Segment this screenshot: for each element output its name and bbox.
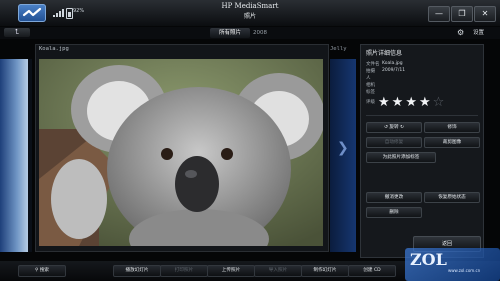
tab-2008[interactable]: 2008 — [253, 28, 271, 38]
battery-percentage: 92% — [73, 8, 85, 14]
search-button[interactable]: ⚲ 搜索 — [18, 265, 66, 277]
print-button[interactable]: 打印照片 — [160, 265, 208, 277]
slideshow-button[interactable]: 播放幻灯片 — [113, 265, 161, 277]
close-icon: ✕ — [481, 9, 489, 18]
app-subtitle: 照片 — [243, 13, 256, 20]
star-icon[interactable]: ☆ — [433, 95, 447, 110]
rotate-button[interactable]: ↺ 旋转 ↻ — [366, 122, 422, 133]
undo-changes-button[interactable]: 撤消更改 — [366, 192, 422, 203]
next-photo-filename: Jelly — [330, 46, 347, 52]
star-icon[interactable]: ★ — [378, 95, 392, 110]
detail-value: 2009/7/11 — [382, 68, 406, 73]
crop-button[interactable]: 裁剪图像 — [424, 137, 480, 148]
divider — [366, 115, 478, 116]
restore-icon: ❐ — [458, 9, 466, 18]
auto-adjust-button[interactable]: 自动修复 — [366, 137, 422, 148]
delete-button[interactable]: 删除 — [366, 207, 422, 218]
close-button[interactable]: ✕ — [474, 6, 496, 22]
koala-photo[interactable] — [39, 59, 323, 246]
upload-button[interactable]: 上传照片 — [207, 265, 255, 277]
previous-photo-thumbnail[interactable] — [0, 59, 28, 252]
watermark-logo: ZOL — [410, 250, 447, 269]
battery-icon — [66, 8, 73, 19]
detail-label: 人 — [366, 76, 371, 81]
app-title: HP MediaSmart — [221, 2, 279, 10]
minimize-button[interactable]: — — [428, 6, 450, 22]
star-icon[interactable]: ★ — [419, 95, 433, 110]
signal-icon — [53, 9, 64, 17]
gear-icon[interactable]: ⚙ — [457, 28, 465, 37]
back-button[interactable]: ⮤ — [4, 28, 30, 37]
minimize-icon: — — [435, 9, 443, 18]
photo-details-panel — [360, 44, 484, 258]
detail-label: 拍摄 — [366, 69, 375, 74]
detail-label: 相机 — [366, 83, 375, 88]
detail-label: 标签 — [366, 90, 375, 95]
photo-filename: Koala.jpg — [39, 46, 69, 52]
star-icon[interactable]: ★ — [405, 95, 419, 110]
watermark-url: www.zol.com.cn — [448, 268, 481, 273]
app-logo — [18, 4, 46, 22]
thumbnail-edge — [28, 59, 32, 252]
rotate-right-icon: ↻ — [400, 125, 404, 130]
detail-label: 评级 — [366, 100, 375, 105]
settings-button[interactable]: 设置 — [473, 28, 484, 38]
make-slideshow-button[interactable]: 制作幻灯片 — [301, 265, 349, 277]
detail-value: Koala.jpg — [382, 61, 403, 66]
detail-label: 文件名 — [366, 62, 380, 67]
search-icon: ⚲ — [34, 268, 39, 273]
chevron-right-icon[interactable]: ❯ — [337, 140, 349, 156]
restore-original-button[interactable]: 恢复原始状态 — [424, 192, 480, 203]
import-button[interactable]: 导入照片 — [254, 265, 302, 277]
create-cd-button[interactable]: 创建 CD — [348, 265, 396, 277]
tab-all-photos[interactable]: 所有照片 — [210, 28, 250, 38]
restore-button[interactable]: ❐ — [451, 6, 473, 22]
details-title: 照片详细信息 — [366, 50, 403, 57]
star-icon[interactable]: ★ — [392, 95, 406, 110]
add-tag-button[interactable]: 为此照片添加标签 — [366, 152, 436, 163]
rotate-left-icon: ↺ — [384, 125, 388, 130]
rating-stars[interactable]: ★★★★☆ — [378, 96, 446, 110]
fix-button[interactable]: 修饰 — [424, 122, 480, 133]
nav-bar — [0, 27, 500, 39]
back-arrow-icon: ⮤ — [14, 28, 20, 36]
